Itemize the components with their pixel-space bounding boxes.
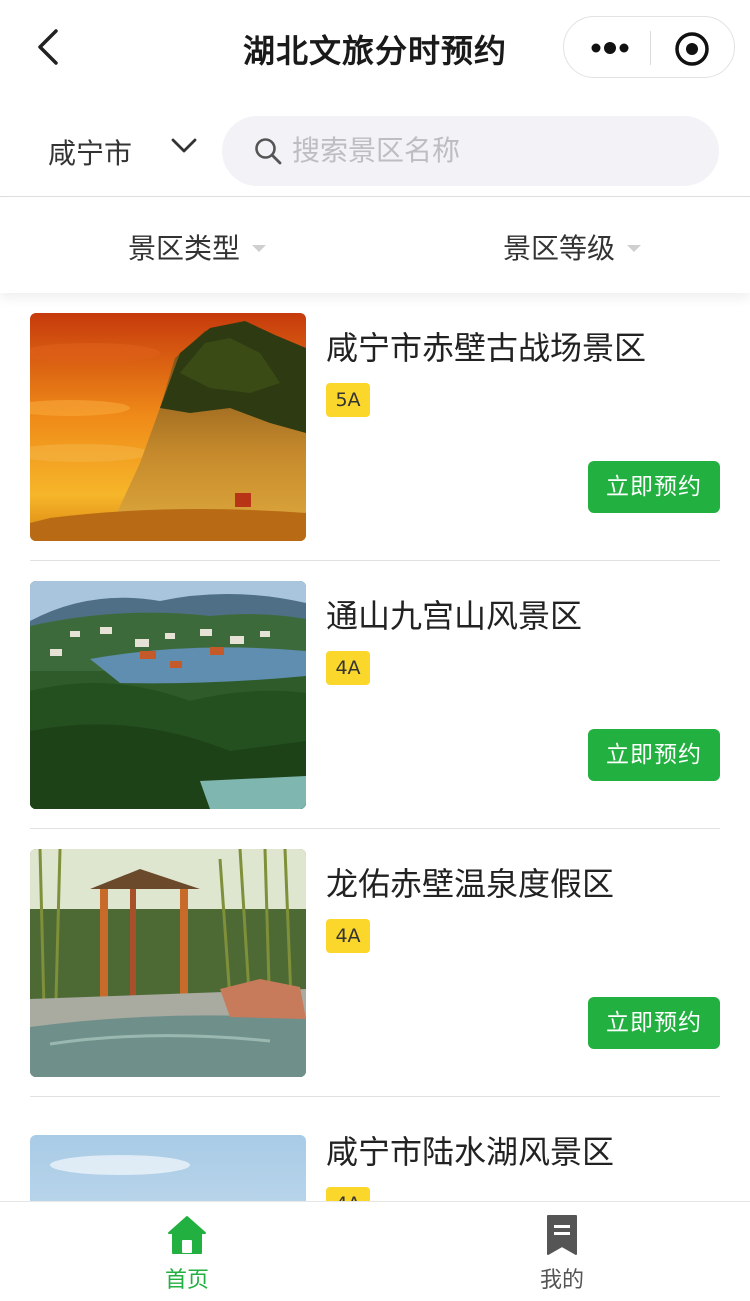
scenic-photo (30, 849, 306, 1077)
level-badge: 4A (326, 919, 370, 953)
level-badge: 5A (326, 383, 370, 417)
list-item[interactable]: 咸宁市陆水湖风景区 4A (30, 1097, 720, 1201)
tab-bar: 首页 我的 (0, 1201, 750, 1301)
filter-scenic-type[interactable]: 景区类型 (128, 227, 267, 267)
level-badge: 4A (326, 651, 370, 685)
tab-label: 首页 (164, 1268, 209, 1293)
filter-label: 景区等级 (503, 232, 616, 265)
scenic-name: 通山九宫山风景区 (326, 597, 583, 635)
capsule-divider (650, 31, 651, 65)
chevron-down-icon[interactable] (170, 136, 198, 156)
list-item[interactable]: 咸宁市赤壁古战场景区 5A 立即预约 (30, 293, 720, 561)
search-icon (255, 138, 282, 165)
city-selector[interactable]: 咸宁市 (48, 132, 132, 172)
search-box[interactable] (222, 116, 719, 186)
mini-program-capsule (563, 16, 735, 78)
home-icon (168, 1216, 206, 1254)
filter-bar: 景区类型 景区等级 (0, 197, 750, 293)
navigation-bar: 湖北文旅分时预约 (0, 0, 750, 96)
list-item[interactable]: 通山九宫山风景区 4A 立即预约 (30, 561, 720, 829)
list-item[interactable]: 龙佑赤壁温泉度假区 4A 立即预约 (30, 829, 720, 1097)
scenic-spot-list: 咸宁市赤壁古战场景区 5A 立即预约 通山九宫山风景区 4A 立即预约 龙佑赤壁… (0, 293, 750, 1201)
search-bar: 咸宁市 (0, 96, 750, 196)
caret-down-icon (252, 244, 267, 252)
close-mini-program-button[interactable] (674, 31, 710, 67)
filter-scenic-level[interactable]: 景区等级 (503, 227, 642, 267)
tab-label: 我的 (539, 1268, 584, 1293)
book-now-button[interactable]: 立即预约 (588, 729, 720, 781)
scenic-name: 咸宁市赤壁古战场景区 (326, 329, 647, 367)
scenic-photo (30, 581, 306, 809)
scenic-photo (30, 1135, 306, 1201)
level-badge: 4A (326, 1187, 370, 1201)
target-close-icon (675, 32, 709, 66)
scenic-name: 咸宁市陆水湖风景区 (326, 1133, 615, 1171)
scenic-name: 龙佑赤壁温泉度假区 (326, 865, 615, 903)
more-menu-button[interactable] (586, 33, 634, 63)
tab-home[interactable]: 首页 (127, 1214, 247, 1300)
book-now-button[interactable]: 立即预约 (588, 997, 720, 1049)
more-dots-icon (591, 42, 629, 54)
book-now-button[interactable]: 立即预约 (588, 461, 720, 513)
search-input[interactable] (292, 116, 692, 186)
tab-mine[interactable]: 我的 (502, 1214, 622, 1300)
filter-label: 景区类型 (128, 232, 241, 265)
bookmark-icon (547, 1215, 577, 1255)
caret-down-icon (627, 244, 642, 252)
scenic-photo (30, 313, 306, 541)
